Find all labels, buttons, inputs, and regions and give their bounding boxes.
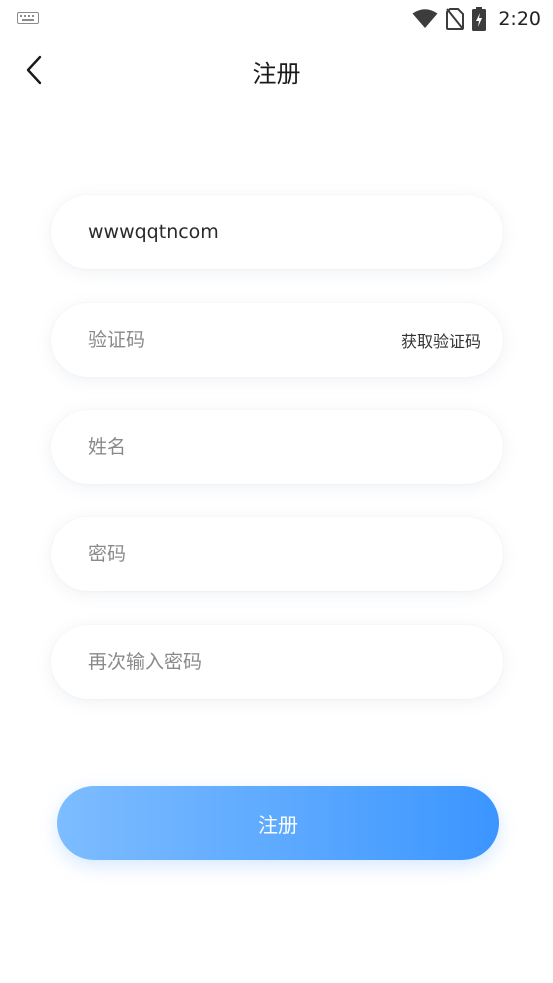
status-time: 2:20 [498, 8, 541, 30]
wifi-icon [412, 9, 438, 28]
account-input[interactable] [88, 221, 481, 243]
account-field[interactable] [51, 195, 503, 269]
verification-code-field[interactable]: 获取验证码 [51, 303, 503, 377]
status-bar: 2:20 [0, 0, 553, 38]
page-title: 注册 [252, 60, 301, 88]
name-field[interactable] [51, 410, 503, 484]
no-sim-icon [446, 8, 465, 30]
confirm-password-input[interactable] [88, 651, 481, 673]
get-code-button[interactable]: 获取验证码 [401, 328, 481, 352]
password-field[interactable] [51, 517, 503, 591]
battery-charging-icon [472, 7, 487, 31]
password-input[interactable] [88, 543, 481, 565]
register-button[interactable]: 注册 [57, 786, 499, 860]
confirm-password-field[interactable] [51, 625, 503, 699]
header: 注册 [0, 40, 553, 102]
verification-code-input[interactable] [88, 329, 401, 351]
keyboard-icon [17, 12, 39, 24]
name-input[interactable] [88, 436, 481, 458]
status-icons: 2:20 [412, 6, 541, 32]
